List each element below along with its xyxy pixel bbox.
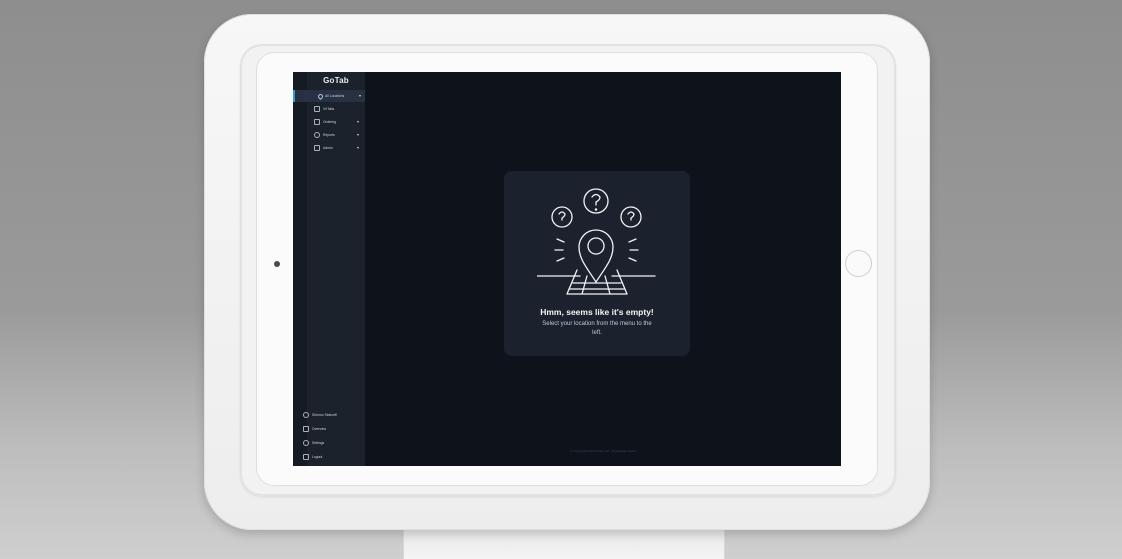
bag-icon [314, 145, 320, 151]
bar-chart-icon [303, 426, 309, 432]
menu-book-icon [314, 119, 320, 125]
sidebar-item-label: Overview [312, 427, 327, 431]
sidebar-item-label: Admin [323, 146, 333, 150]
logout-icon [303, 454, 309, 460]
user-avatar-icon [303, 412, 309, 418]
grid-icon [314, 106, 320, 112]
sidebar-item-virtabs[interactable]: VirTabs [293, 103, 365, 115]
sidebar-item-all-locations[interactable]: All Locations [293, 90, 365, 102]
chevron-down-icon [359, 95, 361, 97]
sidebar-item-ordering[interactable]: Ordering [293, 116, 365, 128]
sidebar-item-label: VirTabs [323, 107, 335, 111]
sidebar-item-user[interactable]: Shlomo Stoltzoff [293, 409, 365, 421]
home-button[interactable] [845, 250, 872, 277]
sidebar-item-label: All Locations [325, 94, 345, 98]
empty-state-card: Hmm, seems like it's empty! Select your … [504, 171, 690, 356]
sidebar-item-logout[interactable]: Logout [293, 451, 365, 463]
empty-state-title: Hmm, seems like it's empty! [540, 307, 654, 317]
sidebar-item-settings[interactable]: Settings [293, 437, 365, 449]
gear-icon [303, 440, 309, 446]
footer: © Copyright 2019 GoTab, Inc. | Feedback … [570, 449, 636, 453]
pie-chart-icon [314, 132, 320, 138]
sidebar-item-label: Settings [312, 441, 325, 445]
sidebar-item-label: Ordering [323, 120, 337, 124]
app-screen: GoTab All Locations VirTabs Ordering Rep… [293, 72, 841, 466]
camera-icon [274, 261, 280, 267]
chevron-down-icon [357, 134, 359, 136]
sidebar-item-label: Shlomo Stoltzoff [312, 413, 337, 417]
chevron-down-icon [357, 121, 359, 123]
empty-state-message: Select your location from the menu to th… [542, 321, 652, 336]
sidebar: GoTab All Locations VirTabs Ordering Rep… [293, 72, 365, 466]
sidebar-item-label: Logout [312, 455, 323, 459]
sidebar-item-label: Reports [323, 133, 335, 137]
location-pin-icon [316, 93, 322, 99]
gotab-logo: GoTab [323, 76, 349, 85]
sidebar-item-reports[interactable]: Reports [293, 129, 365, 141]
chevron-down-icon [357, 147, 359, 149]
sidebar-item-admin[interactable]: Admin [293, 142, 365, 154]
location-pin-question-icon [537, 188, 656, 295]
sidebar-item-overview[interactable]: Overview [293, 423, 365, 435]
